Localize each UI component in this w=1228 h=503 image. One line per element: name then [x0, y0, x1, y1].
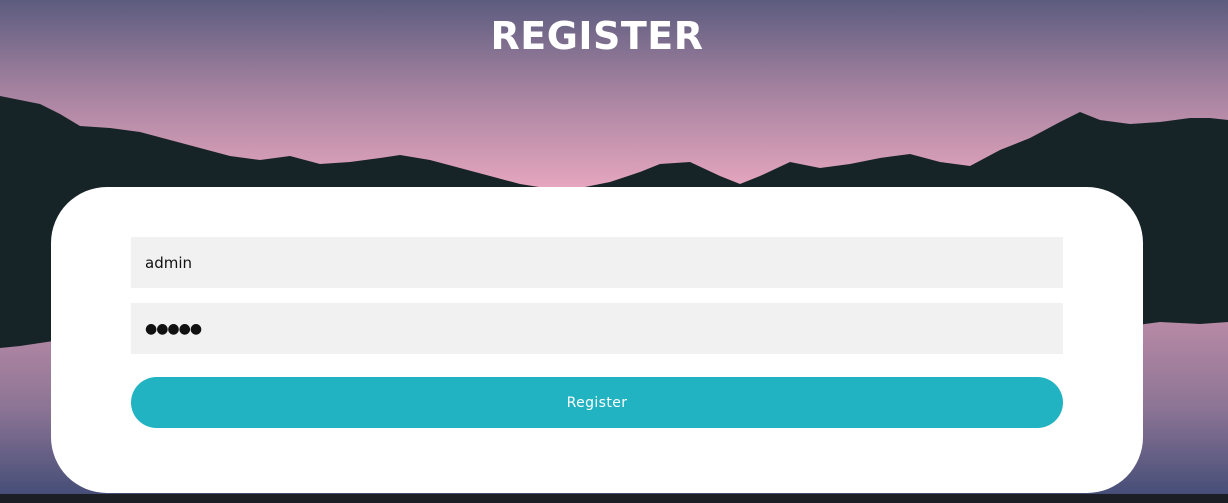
register-page: REGISTER admin ●●●●● Register	[0, 0, 1228, 503]
register-form-card: admin ●●●●● Register	[51, 187, 1143, 493]
password-masked-value: ●●●●●	[145, 320, 202, 337]
password-input[interactable]: ●●●●●	[131, 303, 1063, 354]
username-value: admin	[145, 253, 192, 272]
bottom-edge	[0, 494, 1228, 503]
register-button[interactable]: Register	[131, 377, 1063, 428]
page-title: REGISTER	[490, 14, 704, 58]
username-input[interactable]: admin	[131, 237, 1063, 288]
register-button-label: Register	[566, 394, 628, 411]
